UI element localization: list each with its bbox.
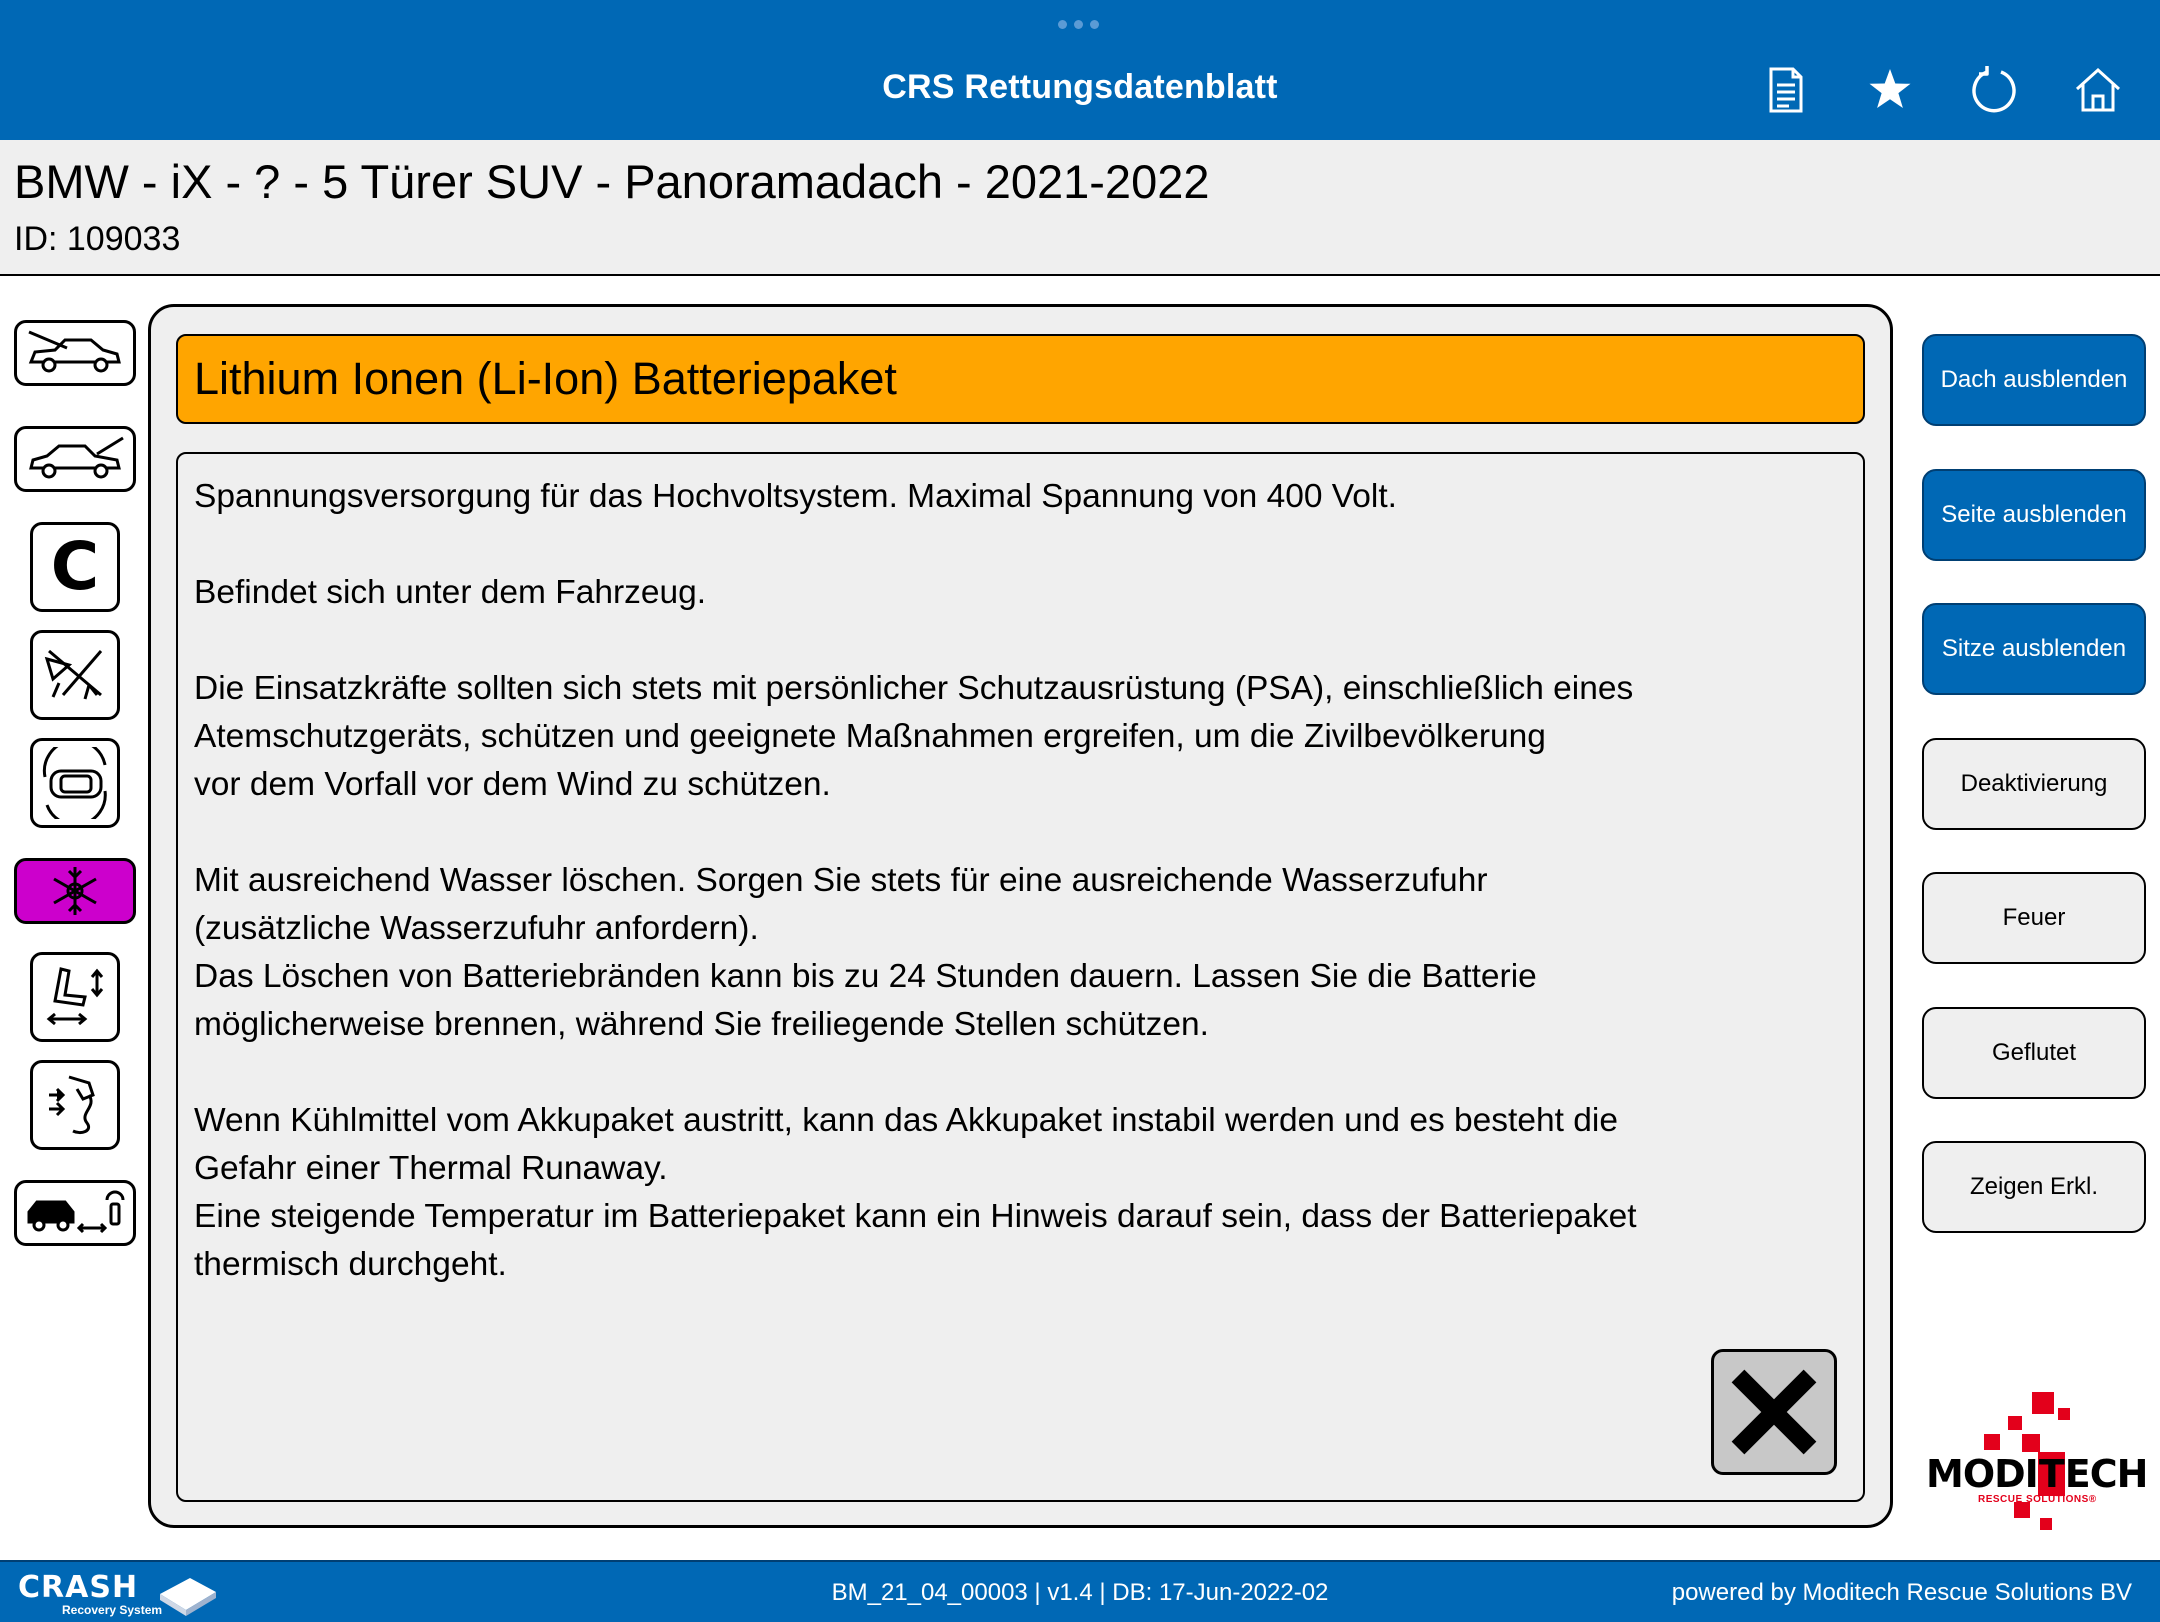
vehicle-title: BMW - iX - ? - 5 Türer SUV - Panoramadac…: [14, 155, 1210, 208]
hide-roof-button[interactable]: Dach ausblenden: [1922, 334, 2146, 426]
vehicle-id: ID: 109033: [14, 220, 181, 258]
car-topview-icon[interactable]: [30, 738, 120, 828]
close-icon: [1731, 1369, 1817, 1455]
document-icon[interactable]: [1756, 60, 1816, 120]
home-icon[interactable]: [2068, 60, 2128, 120]
logo-wordmark: MODITECH: [1926, 1452, 2148, 1496]
car-rear-trunk-icon[interactable]: [14, 426, 136, 492]
close-button[interactable]: [1711, 1349, 1837, 1475]
paragraph: Befindet sich unter dem Fahrzeug.: [194, 574, 707, 611]
hide-side-button[interactable]: Seite ausblenden: [1922, 469, 2146, 561]
seat-adjust-icon[interactable]: [30, 952, 120, 1042]
airbag-icon[interactable]: [30, 630, 120, 720]
powered-by: powered by Moditech Rescue Solutions BV: [1671, 1579, 2132, 1606]
flooded-button[interactable]: Geflutet: [1922, 1007, 2146, 1099]
snowflake-icon[interactable]: [14, 858, 136, 924]
car-remote-key-icon[interactable]: [14, 1180, 136, 1246]
star-icon[interactable]: [1860, 60, 1920, 120]
window-grip[interactable]: [1058, 20, 1099, 29]
fire-button[interactable]: Feuer: [1922, 872, 2146, 964]
footer-bar: CRASH Recovery System BM_21_04_00003 | v…: [0, 1560, 2160, 1622]
show-legend-button[interactable]: Zeigen Erkl.: [1922, 1141, 2146, 1233]
logo-tagline: RESCUE SOLUTIONS®: [1978, 1494, 2097, 1505]
car-front-hood-icon[interactable]: [14, 320, 136, 386]
paragraph: Wenn Kühlmittel vom Akkupaket austritt, …: [194, 1102, 1637, 1283]
moditech-logo: MODITECH RESCUE SOLUTIONS®: [1922, 1390, 2152, 1530]
c-letter-icon[interactable]: C: [30, 522, 120, 612]
vehicle-header: BMW - iX - ? - 5 Türer SUV - Panoramadac…: [0, 140, 2160, 276]
paragraph: Mit ausreichend Wasser löschen. Sorgen S…: [194, 862, 1537, 1043]
deactivation-button[interactable]: Deaktivierung: [1922, 738, 2146, 830]
app-title: CRS Rettungsdatenblatt: [882, 68, 1278, 106]
section-title: Lithium Ionen (Li-Ion) Batteriepaket: [176, 334, 1865, 424]
hide-seats-button[interactable]: Sitze ausblenden: [1922, 603, 2146, 695]
svg-text:C: C: [51, 532, 99, 602]
paragraph: Spannungsversorgung für das Hochvoltsyst…: [194, 478, 1397, 515]
refresh-icon[interactable]: [1964, 60, 2024, 120]
fuel-icon[interactable]: [30, 1060, 120, 1150]
section-content: Spannungsversorgung für das Hochvoltsyst…: [176, 452, 1865, 1502]
paragraph: Die Einsatzkräfte sollten sich stets mit…: [194, 670, 1634, 803]
title-bar: CRS Rettungsdatenblatt: [0, 0, 2160, 140]
